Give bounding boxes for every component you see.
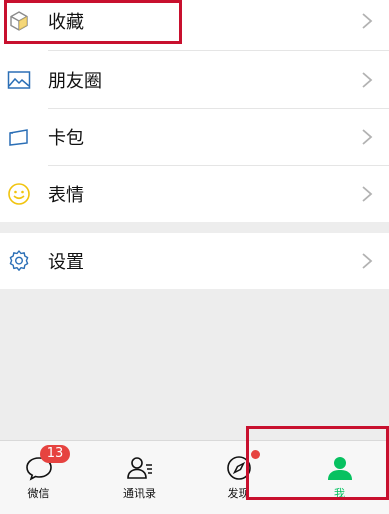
menu-group-primary: 收藏 朋友圈 卡包 表情 bbox=[0, 0, 389, 222]
tab-label: 通讯录 bbox=[123, 487, 156, 500]
card-wallet-icon bbox=[6, 124, 32, 150]
menu-group-settings: 设置 bbox=[0, 233, 389, 289]
tab-me[interactable]: 我 bbox=[291, 441, 388, 514]
menu-item-label: 朋友圈 bbox=[48, 71, 102, 92]
menu-item-favorites[interactable]: 收藏 bbox=[0, 0, 389, 50]
bottom-tab-bar: 13 微信 通讯录 发现 我 bbox=[0, 440, 389, 514]
tab-chats[interactable]: 13 微信 bbox=[0, 441, 87, 514]
tab-label: 我 bbox=[334, 487, 345, 500]
tab-discover[interactable]: 发现 bbox=[190, 441, 287, 514]
menu-item-label: 收藏 bbox=[48, 12, 84, 33]
tab-label: 微信 bbox=[27, 487, 50, 500]
unread-badge: 13 bbox=[40, 445, 70, 463]
chevron-right-icon bbox=[362, 129, 373, 145]
new-content-dot bbox=[251, 450, 260, 459]
sticker-smiley-icon bbox=[6, 181, 32, 207]
menu-item-stickers[interactable]: 表情 bbox=[0, 165, 389, 223]
menu-item-moments[interactable]: 朋友圈 bbox=[0, 51, 389, 109]
menu-item-settings[interactable]: 设置 bbox=[0, 232, 389, 290]
menu-item-card-wallet[interactable]: 卡包 bbox=[0, 108, 389, 166]
chevron-right-icon bbox=[362, 13, 373, 29]
chevron-right-icon bbox=[362, 253, 373, 269]
contacts-icon bbox=[126, 457, 152, 479]
settings-gear-icon bbox=[6, 248, 32, 274]
me-person-icon bbox=[327, 457, 352, 480]
chevron-right-icon bbox=[362, 186, 373, 202]
tab-contacts[interactable]: 通讯录 bbox=[91, 441, 188, 514]
tab-label: 发现 bbox=[227, 487, 250, 500]
menu-item-label: 表情 bbox=[48, 185, 84, 206]
favorites-cube-icon bbox=[6, 8, 32, 34]
chevron-right-icon bbox=[362, 72, 373, 88]
moments-picture-icon bbox=[6, 67, 32, 93]
discover-compass-icon bbox=[226, 456, 251, 480]
menu-item-label: 卡包 bbox=[48, 128, 84, 149]
menu-item-label: 设置 bbox=[48, 252, 84, 273]
